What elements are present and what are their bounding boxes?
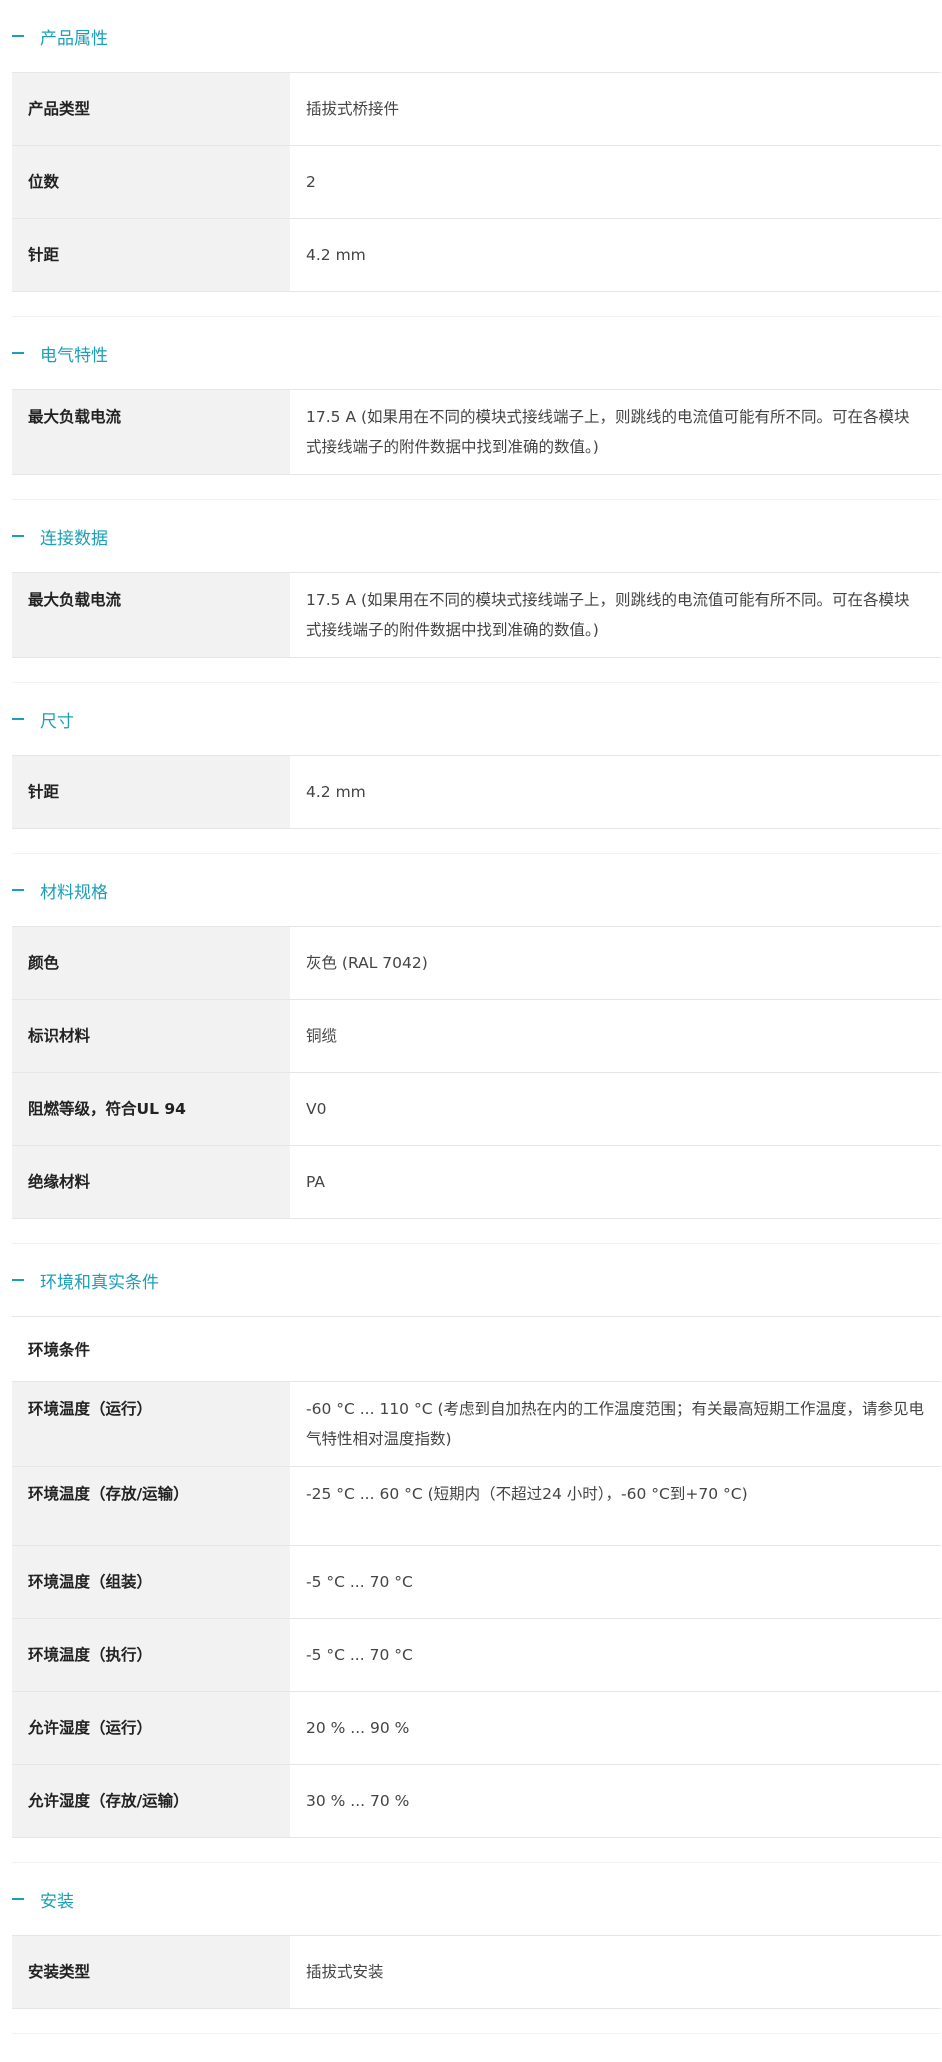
section-header[interactable]: 材料规格 bbox=[0, 854, 942, 926]
minus-icon[interactable] bbox=[12, 1898, 24, 1900]
row-label: 位数 bbox=[12, 146, 290, 218]
section-divider bbox=[12, 2009, 941, 2034]
table-row: 最大负载电流 17.5 A (如果用在不同的模块式接线端子上，则跳线的电流值可能有… bbox=[12, 573, 941, 658]
spec-table: 环境条件 环境温度（运行） -60 °C ... 110 °C (考虑到自加热在内的… bbox=[12, 1316, 941, 1838]
row-label: 允许湿度（存放/运输） bbox=[12, 1765, 290, 1837]
spec-table: 针距 4.2 mm bbox=[12, 755, 941, 829]
section-header[interactable]: 产品属性 bbox=[0, 0, 942, 72]
row-value: 30 % ... 70 % bbox=[306, 1792, 410, 1810]
table-row: 颜色 灰色 (RAL 7042) bbox=[12, 927, 941, 1000]
row-label: 产品类型 bbox=[12, 73, 290, 145]
minus-icon[interactable] bbox=[12, 35, 24, 37]
section-divider bbox=[12, 475, 941, 500]
table-row: 阻燃等级，符合UL 94 V0 bbox=[12, 1073, 941, 1146]
table-row: 安装类型 插拔式安装 bbox=[12, 1936, 941, 2009]
row-label: 阻燃等级，符合UL 94 bbox=[12, 1073, 290, 1145]
spec-table: 产品类型 插拔式桥接件 位数 2 针距 4.2 mm bbox=[12, 72, 941, 292]
table-subheading-row: 环境条件 bbox=[12, 1317, 941, 1382]
row-value: 灰色 (RAL 7042) bbox=[306, 954, 428, 972]
row-label: 最大负载电流 bbox=[12, 390, 290, 474]
table-row: 针距 4.2 mm bbox=[12, 219, 941, 292]
row-label: 针距 bbox=[12, 219, 290, 291]
table-subheading: 环境条件 bbox=[12, 1317, 941, 1381]
section-title: 尺寸 bbox=[40, 711, 74, 732]
minus-icon[interactable] bbox=[12, 1279, 24, 1281]
row-value: 插拔式安装 bbox=[306, 1963, 384, 1981]
spec-page: 产品属性 产品类型 插拔式桥接件 位数 2 针距 4.2 mm 电气特性 最大负载电流 17.5 … bbox=[0, 0, 942, 2034]
row-value: 17.5 A (如果用在不同的模块式接线端子上，则跳线的电流值可能有所不同。可在… bbox=[306, 408, 910, 456]
section-header[interactable]: 尺寸 bbox=[0, 683, 942, 755]
table-row: 环境温度（运行） -60 °C ... 110 °C (考虑到自加热在内的工作温度… bbox=[12, 1382, 941, 1467]
section-divider bbox=[12, 292, 941, 317]
section-header[interactable]: 连接数据 bbox=[0, 500, 942, 572]
section-title: 产品属性 bbox=[40, 28, 108, 49]
row-value: 4.2 mm bbox=[306, 246, 366, 264]
row-label: 环境温度（存放/运输） bbox=[12, 1467, 290, 1545]
minus-icon[interactable] bbox=[12, 718, 24, 720]
section-header[interactable]: 环境和真实条件 bbox=[0, 1244, 942, 1316]
table-row: 环境温度（组装） -5 °C ... 70 °C bbox=[12, 1546, 941, 1619]
section-title: 安装 bbox=[40, 1891, 74, 1912]
section-header[interactable]: 安装 bbox=[0, 1863, 942, 1935]
table-row: 允许湿度（运行） 20 % ... 90 % bbox=[12, 1692, 941, 1765]
row-value: -60 °C ... 110 °C (考虑到自加热在内的工作温度范围；有关最高短… bbox=[306, 1400, 925, 1448]
table-row: 产品类型 插拔式桥接件 bbox=[12, 73, 941, 146]
row-value: 20 % ... 90 % bbox=[306, 1719, 410, 1737]
row-value: 插拔式桥接件 bbox=[306, 100, 400, 118]
spec-table: 安装类型 插拔式安装 bbox=[12, 1935, 941, 2009]
row-label: 最大负载电流 bbox=[12, 573, 290, 657]
section-divider bbox=[12, 829, 941, 854]
row-value: -5 °C ... 70 °C bbox=[306, 1573, 413, 1591]
spec-table: 最大负载电流 17.5 A (如果用在不同的模块式接线端子上，则跳线的电流值可能有… bbox=[12, 572, 941, 658]
spec-section: 连接数据最大负载电流 17.5 A (如果用在不同的模块式接线端子上，则跳线的电流… bbox=[0, 500, 942, 683]
row-label: 绝缘材料 bbox=[12, 1146, 290, 1218]
row-label: 颜色 bbox=[12, 927, 290, 999]
spec-section: 产品属性 产品类型 插拔式桥接件 位数 2 针距 4.2 mm bbox=[0, 0, 942, 317]
section-title: 连接数据 bbox=[40, 528, 108, 549]
spec-section: 材料规格 颜色 灰色 (RAL 7042) 标识材料 铜缆 阻燃等级，符合UL 94 V0 绝… bbox=[0, 854, 942, 1244]
spec-section: 环境和真实条件环境条件 环境温度（运行） -60 °C ... 110 °C (考虑… bbox=[0, 1244, 942, 1863]
table-row: 环境温度（执行） -5 °C ... 70 °C bbox=[12, 1619, 941, 1692]
row-label: 安装类型 bbox=[12, 1936, 290, 2008]
table-row: 最大负载电流 17.5 A (如果用在不同的模块式接线端子上，则跳线的电流值可能有… bbox=[12, 390, 941, 475]
row-value: V0 bbox=[306, 1100, 327, 1118]
section-divider bbox=[12, 658, 941, 683]
spec-table: 颜色 灰色 (RAL 7042) 标识材料 铜缆 阻燃等级，符合UL 94 V0 绝缘材料 P… bbox=[12, 926, 941, 1219]
table-row: 允许湿度（存放/运输） 30 % ... 70 % bbox=[12, 1765, 941, 1838]
row-value: -25 °C ... 60 °C (短期内（不超过24 小时），-60 °C到+… bbox=[306, 1485, 748, 1503]
table-row: 环境温度（存放/运输） -25 °C ... 60 °C (短期内（不超过24 小… bbox=[12, 1467, 941, 1546]
row-label: 环境温度（运行） bbox=[12, 1382, 290, 1466]
minus-icon[interactable] bbox=[12, 889, 24, 891]
spec-section: 安装安装类型 插拔式安装 bbox=[0, 1863, 942, 2034]
table-row: 针距 4.2 mm bbox=[12, 756, 941, 829]
row-label: 环境温度（执行） bbox=[12, 1619, 290, 1691]
row-value: -5 °C ... 70 °C bbox=[306, 1646, 413, 1664]
section-divider bbox=[12, 1838, 941, 1863]
table-row: 标识材料 铜缆 bbox=[12, 1000, 941, 1073]
table-row: 位数 2 bbox=[12, 146, 941, 219]
spec-section: 电气特性最大负载电流 17.5 A (如果用在不同的模块式接线端子上，则跳线的电流… bbox=[0, 317, 942, 500]
spec-section: 尺寸针距 4.2 mm bbox=[0, 683, 942, 854]
minus-icon[interactable] bbox=[12, 352, 24, 354]
row-label: 环境温度（组装） bbox=[12, 1546, 290, 1618]
row-label: 允许湿度（运行） bbox=[12, 1692, 290, 1764]
row-value: 4.2 mm bbox=[306, 783, 366, 801]
row-value: 2 bbox=[306, 173, 316, 191]
spec-table: 最大负载电流 17.5 A (如果用在不同的模块式接线端子上，则跳线的电流值可能有… bbox=[12, 389, 941, 475]
row-value: PA bbox=[306, 1173, 325, 1191]
section-title: 电气特性 bbox=[40, 345, 108, 366]
section-header[interactable]: 电气特性 bbox=[0, 317, 942, 389]
section-title: 环境和真实条件 bbox=[40, 1272, 159, 1293]
section-title: 材料规格 bbox=[40, 882, 108, 903]
row-value: 17.5 A (如果用在不同的模块式接线端子上，则跳线的电流值可能有所不同。可在… bbox=[306, 591, 910, 639]
row-label: 针距 bbox=[12, 756, 290, 828]
table-row: 绝缘材料 PA bbox=[12, 1146, 941, 1219]
row-label: 标识材料 bbox=[12, 1000, 290, 1072]
section-divider bbox=[12, 1219, 941, 1244]
minus-icon[interactable] bbox=[12, 535, 24, 537]
row-value: 铜缆 bbox=[306, 1027, 338, 1045]
